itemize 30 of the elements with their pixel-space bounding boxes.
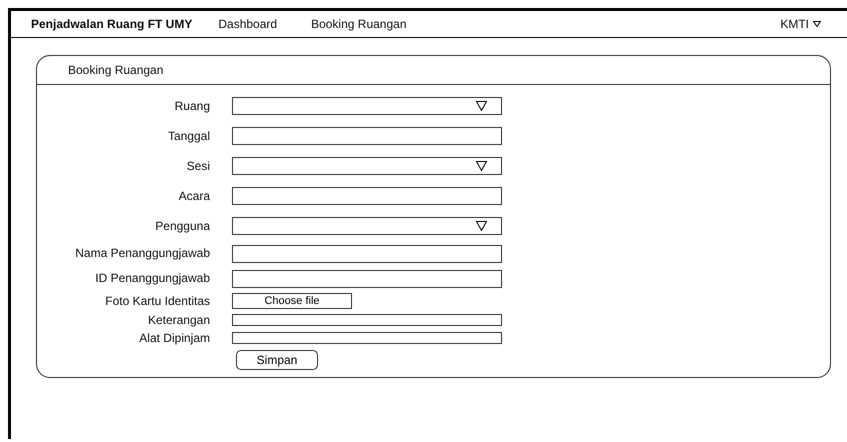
input-field[interactable] — [232, 270, 502, 288]
app-title: Penjadwalan Ruang FT UMY — [31, 17, 192, 31]
field-label: Acara — [178, 188, 210, 205]
nav-link[interactable]: Booking Ruangan — [311, 17, 406, 31]
choose-file-button[interactable]: Choose file — [232, 293, 352, 309]
dropdown-field[interactable] — [232, 217, 502, 235]
field-label: Tanggal — [166, 128, 210, 145]
caret-icon — [476, 161, 487, 171]
input-field[interactable] — [232, 187, 502, 205]
field-label: Ruang — [174, 98, 210, 115]
field-label: Alat Dipinjam — [138, 330, 210, 347]
dropdown-field[interactable] — [232, 97, 502, 115]
field-label: ID Penanggungjawab — [94, 270, 210, 287]
input-field[interactable] — [232, 127, 502, 145]
caret-icon[interactable] — [813, 21, 821, 27]
dropdown-field[interactable] — [232, 157, 502, 175]
save-button[interactable]: Simpan — [236, 350, 318, 370]
input-field[interactable] — [232, 314, 502, 326]
field-label: Foto Kartu Identitas — [104, 293, 210, 310]
field-label: Sesi — [186, 158, 210, 175]
input-field[interactable] — [232, 332, 502, 344]
caret-icon — [476, 221, 487, 231]
field-label: Nama Penanggungjawab — [74, 245, 210, 262]
nav-link[interactable]: Dashboard — [218, 17, 278, 31]
field-label: Pengguna — [154, 218, 210, 235]
input-field[interactable] — [232, 244, 502, 262]
caret-icon — [476, 101, 487, 111]
field-label: Keterangan — [146, 312, 210, 329]
user-menu[interactable]: KMTI — [780, 17, 809, 31]
panel-title: Booking Ruangan — [68, 63, 164, 77]
